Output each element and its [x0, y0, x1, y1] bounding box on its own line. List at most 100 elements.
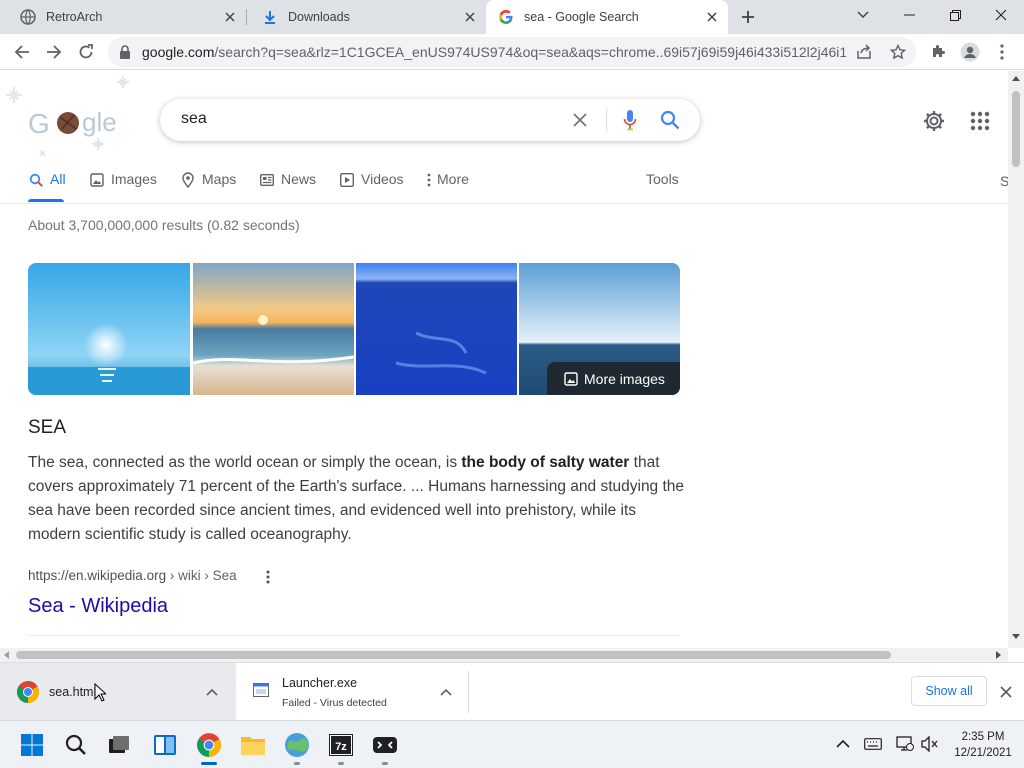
tray-chevron-up-icon[interactable] — [836, 739, 850, 748]
7zip-icon[interactable]: 7z — [325, 729, 357, 761]
url-text: google.com/search?q=sea&rlz=1C1GCEA_enUS… — [142, 44, 846, 60]
sea-image-1[interactable] — [28, 263, 190, 395]
vertical-scroll-thumb[interactable] — [1012, 91, 1020, 167]
tab-videos[interactable]: Videos — [339, 171, 404, 201]
download-chevron-up-icon[interactable] — [440, 688, 452, 696]
game-controller-icon[interactable] — [369, 729, 401, 761]
tools-button[interactable]: Tools — [646, 171, 679, 201]
source-host: https://en.wikipedia.org — [28, 568, 167, 583]
forward-arrow-icon[interactable] — [42, 40, 66, 64]
clock-date: 12/21/2021 — [954, 747, 1012, 759]
exe-file-icon — [253, 683, 269, 697]
tab-search-chevron-down-icon[interactable] — [840, 0, 886, 30]
search-magnifier-icon[interactable] — [658, 108, 682, 132]
widgets-icon[interactable] — [149, 729, 181, 761]
sea-image-2[interactable] — [193, 263, 354, 395]
network-monitor-icon[interactable] — [896, 736, 914, 752]
scroll-up-arrow-icon[interactable] — [1012, 76, 1020, 81]
scroll-down-arrow-icon[interactable] — [1012, 634, 1020, 639]
horizontal-scroll-thumb[interactable] — [16, 651, 891, 659]
new-tab-icon[interactable] — [736, 5, 760, 29]
knowledge-title: SEA — [28, 417, 67, 438]
download-item-launcher[interactable]: Launcher.exe Failed - Virus detected — [236, 663, 468, 721]
windows-start-icon[interactable] — [16, 729, 48, 761]
result-title-link[interactable]: Sea - Wikipedia — [28, 595, 168, 618]
close-tab-icon[interactable] — [222, 9, 238, 25]
system-clock[interactable]: 2:35 PM 12/21/2021 — [948, 729, 1018, 761]
map-pin-icon — [180, 172, 196, 188]
clock-time: 2:35 PM — [961, 731, 1005, 743]
restore-icon[interactable] — [932, 0, 978, 30]
search-results-page: G gle sea All Images Maps News Videos Mo… — [0, 71, 1008, 648]
source-url[interactable]: https://en.wikipedia.org › wiki › Sea — [28, 568, 237, 583]
close-tab-icon[interactable] — [704, 9, 720, 25]
profile-avatar-icon[interactable] — [958, 40, 982, 64]
running-app-indicator — [338, 762, 344, 765]
address-bar[interactable]: google.com/search?q=sea&rlz=1C1GCEA_enUS… — [108, 37, 916, 67]
active-tab-indicator — [28, 199, 64, 202]
show-all-downloads-button[interactable]: Show all — [911, 676, 987, 706]
volume-muted-icon[interactable] — [921, 736, 939, 752]
url-host: google.com — [142, 44, 215, 60]
tab-maps[interactable]: Maps — [180, 171, 236, 201]
nav-divider — [0, 203, 1008, 204]
keyboard-icon[interactable] — [864, 738, 882, 750]
vertical-scrollbar[interactable] — [1008, 71, 1024, 648]
more-images-label: More images — [584, 370, 665, 387]
sea-image-3[interactable] — [356, 263, 517, 395]
close-window-icon[interactable] — [978, 0, 1024, 30]
search-input[interactable]: sea — [181, 110, 207, 128]
back-arrow-icon[interactable] — [10, 40, 34, 64]
tab-downloads[interactable]: Downloads — [242, 0, 486, 34]
search-box[interactable]: sea — [160, 99, 700, 141]
tab-retroarch[interactable]: RetroArch — [0, 0, 246, 34]
chrome-file-icon — [16, 680, 40, 704]
tab-more[interactable]: More — [426, 171, 469, 201]
settings-gear-icon[interactable] — [922, 109, 946, 133]
description-highlight: the body of salty water — [461, 454, 630, 471]
running-app-indicator — [294, 762, 300, 765]
browser-menu-icon[interactable] — [990, 40, 1014, 64]
extensions-puzzle-icon[interactable] — [926, 40, 950, 64]
tab-strip: RetroArch Downloads sea - Google Search — [0, 0, 1024, 34]
taskbar-search-icon[interactable] — [60, 729, 92, 761]
bookmark-star-icon[interactable] — [890, 44, 906, 60]
download-chevron-up-icon[interactable] — [206, 688, 218, 696]
result-more-options-icon[interactable] — [260, 568, 276, 586]
more-images-button[interactable]: More images — [547, 362, 680, 395]
tab-google-search[interactable]: sea - Google Search — [486, 0, 728, 34]
tab-label: News — [281, 171, 317, 187]
share-icon[interactable] — [856, 44, 872, 60]
svg-text:G: G — [28, 108, 50, 139]
chrome-taskbar-icon[interactable] — [193, 729, 225, 761]
tab-news[interactable]: News — [259, 171, 316, 201]
tab-all[interactable]: All — [28, 171, 66, 201]
windows-taskbar: 7z 2:35 PM 12/21/2021 — [0, 720, 1024, 768]
close-shelf-icon[interactable] — [1000, 686, 1012, 698]
tab-images[interactable]: Images — [89, 171, 157, 201]
image-icon — [564, 371, 578, 386]
horizontal-scrollbar[interactable] — [0, 648, 1008, 662]
lock-icon[interactable] — [119, 45, 131, 59]
file-explorer-icon[interactable] — [237, 729, 269, 761]
more-vertical-icon — [426, 172, 432, 188]
retroarch-taskbar-icon[interactable] — [281, 729, 313, 761]
google-favicon-icon — [498, 9, 514, 25]
close-tab-icon[interactable] — [462, 9, 478, 25]
tab-label: All — [50, 171, 66, 187]
download-item-sea-html[interactable]: sea.html — [0, 663, 236, 721]
voice-search-mic-icon[interactable] — [618, 108, 642, 132]
tab-title: RetroArch — [46, 10, 103, 24]
tab-label: More — [437, 171, 469, 187]
task-view-icon[interactable] — [103, 729, 135, 761]
google-apps-grid-icon[interactable] — [970, 111, 990, 131]
knowledge-description: The sea, connected as the world ocean or… — [28, 451, 688, 547]
scroll-left-arrow-icon[interactable] — [4, 651, 9, 659]
retroarch-favicon-icon — [20, 9, 36, 25]
download-file-name: sea.html — [49, 685, 97, 699]
minimize-icon[interactable] — [886, 0, 932, 30]
scroll-right-arrow-icon[interactable] — [996, 651, 1001, 659]
clear-search-icon[interactable] — [568, 108, 592, 132]
google-doodle-logo[interactable]: G gle — [0, 71, 150, 171]
reload-icon[interactable] — [74, 40, 98, 64]
